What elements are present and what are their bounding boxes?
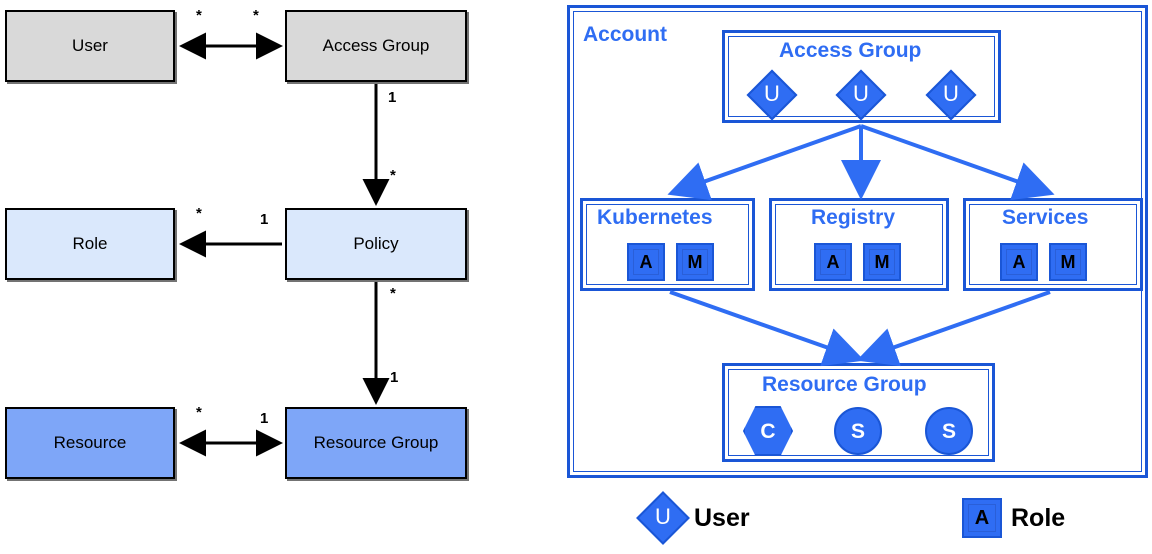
access-group-user-2-letter: U <box>853 81 869 106</box>
role-badge-letter: M <box>874 252 890 272</box>
uml-box-label: Access Group <box>322 36 430 56</box>
service-group-services-label: Services <box>1002 206 1089 229</box>
uml-box-access_group: Access Group <box>285 10 467 82</box>
legend-role-letter: A <box>974 507 990 529</box>
access-group-container-label: Access Group <box>779 39 922 62</box>
resource-group-container-label: Resource Group <box>762 373 927 396</box>
multiplicity-policy-to-role-right: 1 <box>260 211 269 228</box>
multiplicity-ag-to-policy-top: 1 <box>388 89 397 106</box>
resource-letter: C <box>760 420 776 443</box>
role-badge-letter: A <box>1012 252 1026 272</box>
role-badge-letter: M <box>1060 252 1076 272</box>
uml-box-label: Resource <box>53 433 127 453</box>
uml-box-policy: Policy <box>285 208 467 280</box>
account-container-label: Account <box>583 23 667 46</box>
access-group-user-3-letter: U <box>943 81 959 106</box>
multiplicity-policy-to-rg-bottom: 1 <box>390 369 399 386</box>
uml-box-label: User <box>72 36 108 56</box>
role-badge-letter: A <box>639 252 653 272</box>
multiplicity-user-to-ag-right: * <box>253 7 259 24</box>
diagram-canvas: User Access Group Role Policy Resource Resour… <box>0 0 1152 554</box>
legend-label-user: User <box>694 504 750 532</box>
uml-box-label: Resource Group <box>313 433 439 453</box>
uml-box-user: User <box>5 10 175 82</box>
access-group-user-1-letter: U <box>764 81 780 106</box>
multiplicity-user-to-ag-left: * <box>196 7 202 24</box>
service-group-registry-label: Registry <box>811 206 896 229</box>
legend-user-letter: U <box>655 504 671 529</box>
multiplicity-policy-to-rg-top: * <box>390 285 396 302</box>
service-group-kubernetes-label: Kubernetes <box>597 206 713 229</box>
uml-box-label: Role <box>72 234 108 254</box>
uml-box-role: Role <box>5 208 175 280</box>
multiplicity-res-to-rg-left: * <box>196 404 202 421</box>
uml-box-resource: Resource <box>5 407 175 479</box>
multiplicity-ag-to-policy-bottom: * <box>390 167 396 184</box>
role-badge-letter: M <box>687 252 703 272</box>
multiplicity-res-to-rg-right: 1 <box>260 410 269 427</box>
uml-box-resource_group: Resource Group <box>285 407 467 479</box>
uml-box-label: Policy <box>353 234 399 254</box>
role-badge-letter: A <box>826 252 840 272</box>
legend-label-role: Role <box>1011 504 1066 532</box>
resource-letter: S <box>941 420 956 443</box>
resource-letter: S <box>850 420 865 443</box>
multiplicity-policy-to-role-left: * <box>196 205 202 222</box>
